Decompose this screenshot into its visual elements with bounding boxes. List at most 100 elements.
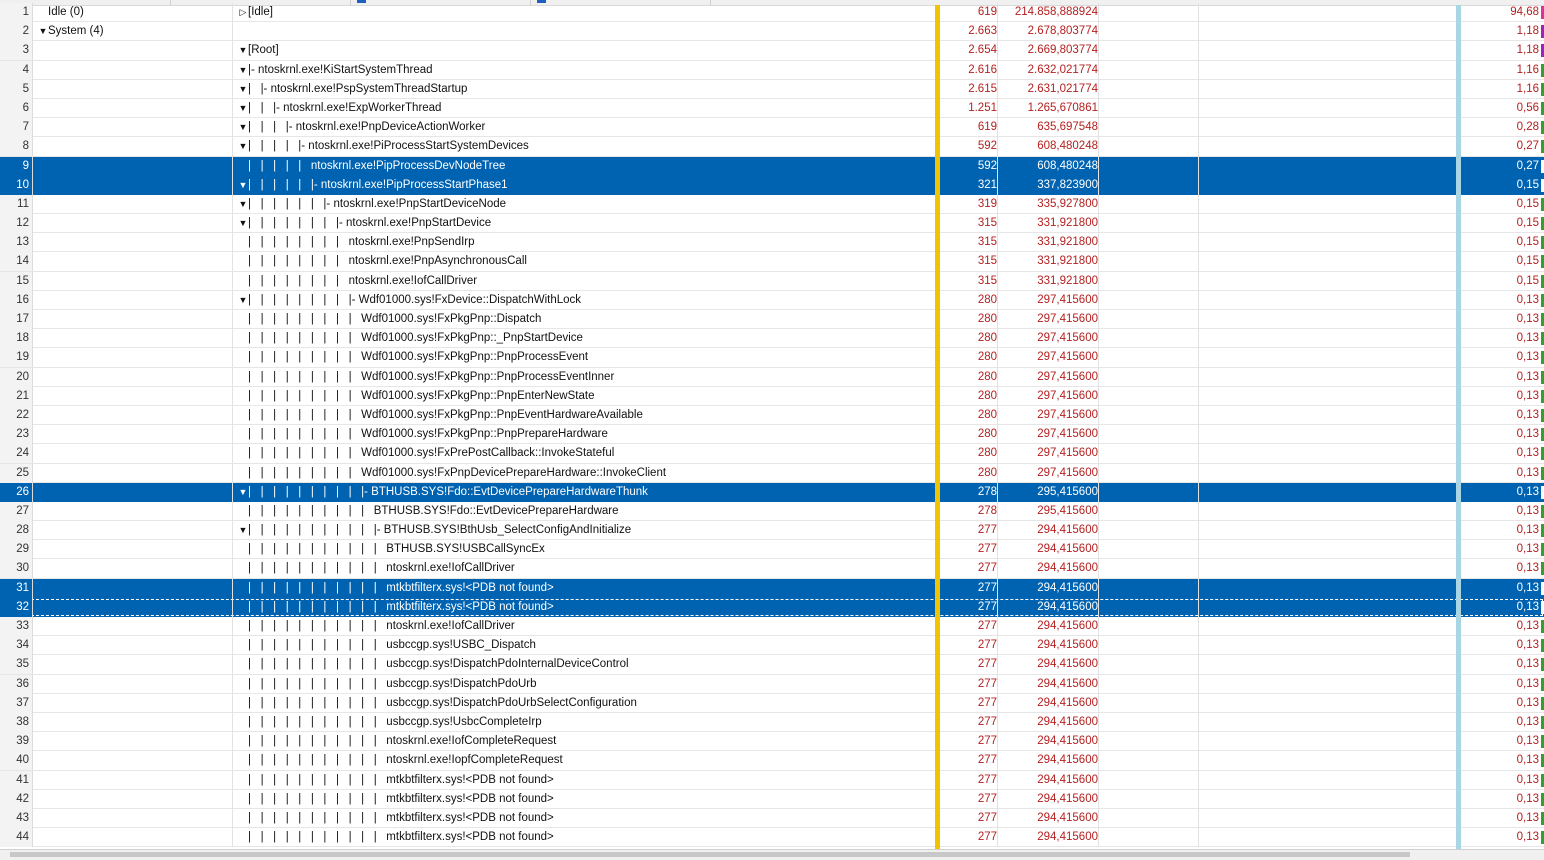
process-cell[interactable] — [34, 98, 233, 118]
stack-cell[interactable]: | | | | | | | | | | | ntoskrnl.exe!IofCa… — [234, 617, 936, 636]
stack-cell[interactable]: ▷ [Idle] — [234, 3, 936, 22]
stack-cell[interactable]: | | | | | | | | | | | usbccgp.sys!Dispat… — [234, 694, 936, 713]
table-row[interactable]: 1 Idle (0) ▷ [Idle] 619 214.858,888924 94,68 — [0, 3, 1544, 23]
table-row[interactable]: 27 | | | | | | | | | | BTHUSB.SYS!Fdo::Ev… — [0, 501, 1544, 522]
process-cell[interactable] — [34, 367, 233, 387]
process-cell[interactable] — [34, 271, 233, 291]
stack-cell[interactable]: | | | | | | | | | Wdf01000.sys!FxPkgPnp:… — [234, 387, 936, 406]
process-cell[interactable] — [34, 540, 233, 560]
gold-column-divider[interactable] — [935, 5, 940, 849]
expand-toggle-icon[interactable]: ▼ — [238, 61, 248, 80]
table-row[interactable]: 35 | | | | | | | | | | | usbccgp.sys!Disp… — [0, 655, 1544, 675]
process-cell[interactable] — [34, 501, 233, 521]
expand-toggle-icon[interactable]: ▼ — [238, 176, 248, 195]
stack-cell[interactable]: | | | | | | | | | | | mtkbtfilterx.sys!<… — [234, 809, 936, 828]
table-row[interactable]: 3 ▼[Root] 2.654 2.669,803774 1,18 — [0, 41, 1544, 61]
table-row[interactable]: 13 | | | | | | | | ntoskrnl.exe!PnpSendIr… — [0, 233, 1544, 253]
expand-toggle-icon[interactable]: ▼ — [238, 99, 248, 118]
table-row[interactable]: 32 | | | | | | | | | | | mtkbtfilterx.sys… — [0, 597, 1544, 617]
process-cell[interactable] — [34, 252, 233, 272]
process-cell[interactable] — [34, 194, 233, 214]
stack-cell[interactable]: ▼| | | |- ntoskrnl.exe!PnpDeviceActionWo… — [234, 118, 936, 137]
process-cell[interactable] — [34, 674, 233, 694]
table-row[interactable]: 30 | | | | | | | | | | | ntoskrnl.exe!Iof… — [0, 559, 1544, 579]
stack-cell[interactable]: | | | | | | | | | | | mtkbtfilterx.sys!<… — [234, 771, 936, 790]
stack-cell[interactable]: ▼| | | | |- ntoskrnl.exe!PiProcessStartS… — [234, 137, 936, 156]
table-row[interactable]: 2 ▼System (4) 2.663 2.678,803774 1,18 — [0, 22, 1544, 42]
table-row[interactable]: 22 | | | | | | | | | Wdf01000.sys!FxPkgPn… — [0, 405, 1544, 426]
table-row[interactable]: 9 | | | | | ntoskrnl.exe!PipProcessDevNod… — [0, 156, 1544, 176]
expand-toggle-icon[interactable]: ▼ — [238, 483, 248, 502]
process-cell[interactable] — [34, 118, 233, 138]
expand-toggle-icon[interactable]: ▼ — [238, 195, 248, 214]
process-cell[interactable] — [34, 425, 233, 445]
table-row[interactable]: 4 ▼|- ntoskrnl.exe!KiStartSystemThread 2.6… — [0, 60, 1544, 80]
table-row[interactable]: 40 | | | | | | | | | | | ntoskrnl.exe!Iop… — [0, 751, 1544, 771]
table-row[interactable]: 26 ▼| | | | | | | | | |- BTHUSB.SYS!Fdo::… — [0, 482, 1544, 502]
stack-cell[interactable]: | | | | | | | | | Wdf01000.sys!FxPkgPnp:… — [234, 310, 936, 329]
process-cell[interactable] — [34, 828, 233, 848]
process-cell[interactable]: ▼System (4) — [34, 22, 233, 42]
process-cell[interactable] — [34, 559, 233, 579]
process-cell[interactable] — [34, 310, 233, 329]
stack-cell[interactable]: | | | | | | | | ntoskrnl.exe!IofCallDriv… — [234, 272, 936, 291]
table-row[interactable]: 19 | | | | | | | | | Wdf01000.sys!FxPkgPn… — [0, 348, 1544, 368]
stack-cell[interactable]: | | | | | | | | | | | ntoskrnl.exe!IofCa… — [234, 559, 936, 578]
stack-cell[interactable]: | | | | | | | | | Wdf01000.sys!FxPrePost… — [234, 444, 936, 463]
process-cell[interactable] — [34, 79, 233, 99]
table-row[interactable]: 14 | | | | | | | | ntoskrnl.exe!PnpAsynch… — [0, 252, 1544, 272]
blue-column-divider[interactable] — [1456, 5, 1461, 849]
expand-toggle-icon[interactable]: ▼ — [238, 118, 248, 137]
stack-cell[interactable]: ▼[Root] — [234, 41, 936, 60]
scrollbar-thumb[interactable] — [10, 852, 1410, 857]
stack-cell[interactable]: ▼| | | | | | |- ntoskrnl.exe!PnpStartDev… — [234, 195, 936, 214]
process-cell[interactable] — [34, 636, 233, 656]
process-cell[interactable] — [34, 405, 233, 425]
process-cell[interactable] — [34, 60, 233, 80]
stack-cell[interactable]: | | | | | | | | | Wdf01000.sys!FxPnpDevi… — [234, 464, 936, 483]
stack-cell[interactable]: | | | | | | | | | Wdf01000.sys!FxPkgPnp:… — [234, 329, 936, 348]
stack-cell[interactable] — [234, 22, 936, 41]
process-cell[interactable] — [34, 597, 233, 617]
stack-cell[interactable]: | | | | | | | | | | | usbccgp.sys!Dispat… — [234, 675, 936, 694]
table-row[interactable]: 15 | | | | | | | | ntoskrnl.exe!IofCallDr… — [0, 271, 1544, 291]
table-row[interactable]: 41 | | | | | | | | | | | mtkbtfilterx.sys… — [0, 770, 1544, 790]
process-cell[interactable] — [34, 386, 233, 406]
table-row[interactable]: 38 | | | | | | | | | | | usbccgp.sys!Usbc… — [0, 712, 1544, 733]
table-row[interactable]: 11 ▼| | | | | | |- ntoskrnl.exe!PnpStartD… — [0, 194, 1544, 215]
process-cell[interactable] — [34, 482, 233, 502]
process-cell[interactable] — [34, 751, 233, 771]
stack-cell[interactable]: ▼|- ntoskrnl.exe!KiStartSystemThread — [234, 61, 936, 80]
table-row[interactable]: 6 ▼| | |- ntoskrnl.exe!ExpWorkerThread 1.2… — [0, 98, 1544, 119]
process-cell[interactable] — [34, 693, 233, 713]
stack-cell[interactable]: | | | | | | | | | | | usbccgp.sys!USBC_D… — [234, 636, 936, 655]
stack-cell[interactable]: | | | | | | | | | | | usbccgp.sys!Dispat… — [234, 655, 936, 674]
stack-cell[interactable]: | | | | | | | | | | | ntoskrnl.exe!IofCo… — [234, 732, 936, 751]
stack-cell[interactable]: ▼| | | | | | | | | |- BTHUSB.SYS!Fdo::Ev… — [234, 483, 936, 502]
stack-cell[interactable]: | | | | | | | | | Wdf01000.sys!FxPkgPnp:… — [234, 368, 936, 387]
table-row[interactable]: 23 | | | | | | | | | Wdf01000.sys!FxPkgPn… — [0, 425, 1544, 445]
table-row[interactable]: 43 | | | | | | | | | | | mtkbtfilterx.sys… — [0, 808, 1544, 829]
table-row[interactable]: 17 | | | | | | | | | Wdf01000.sys!FxPkgPn… — [0, 310, 1544, 330]
process-cell[interactable] — [34, 655, 233, 675]
expand-toggle-icon[interactable]: ▷ — [238, 3, 248, 22]
stack-cell[interactable]: | | | | | | | | | | BTHUSB.SYS!Fdo::EvtD… — [234, 502, 936, 521]
process-cell[interactable] — [34, 463, 233, 483]
table-row[interactable]: 37 | | | | | | | | | | | usbccgp.sys!Disp… — [0, 693, 1544, 713]
process-cell[interactable] — [34, 444, 233, 464]
table-row[interactable]: 25 | | | | | | | | | Wdf01000.sys!FxPnpDe… — [0, 463, 1544, 483]
stack-cell[interactable]: | | | | | | | | | | | usbccgp.sys!UsbcCo… — [234, 713, 936, 732]
stack-cell[interactable]: | | | | | | | | | Wdf01000.sys!FxPkgPnp:… — [234, 425, 936, 444]
stack-cell[interactable]: ▼| | |- ntoskrnl.exe!ExpWorkerThread — [234, 99, 936, 118]
table-row[interactable]: 24 | | | | | | | | | Wdf01000.sys!FxPrePo… — [0, 444, 1544, 464]
table-row[interactable]: 12 ▼| | | | | | | |- ntoskrnl.exe!PnpStar… — [0, 214, 1544, 234]
process-cell[interactable] — [34, 732, 233, 752]
expand-toggle-icon[interactable]: ▼ — [238, 137, 248, 156]
process-cell[interactable] — [34, 521, 233, 541]
stack-cell[interactable]: | | | | | | | | | | | mtkbtfilterx.sys!<… — [234, 828, 936, 847]
table-row[interactable]: 7 ▼| | | |- ntoskrnl.exe!PnpDeviceActionW… — [0, 118, 1544, 138]
stack-cell[interactable]: | | | | | | | | | | | ntoskrnl.exe!IopfC… — [234, 751, 936, 770]
process-cell[interactable]: Idle (0) — [34, 3, 233, 22]
stack-cell[interactable]: | | | | | | | | | Wdf01000.sys!FxPkgPnp:… — [234, 348, 936, 367]
table-row[interactable]: 42 | | | | | | | | | | | mtkbtfilterx.sys… — [0, 789, 1544, 809]
